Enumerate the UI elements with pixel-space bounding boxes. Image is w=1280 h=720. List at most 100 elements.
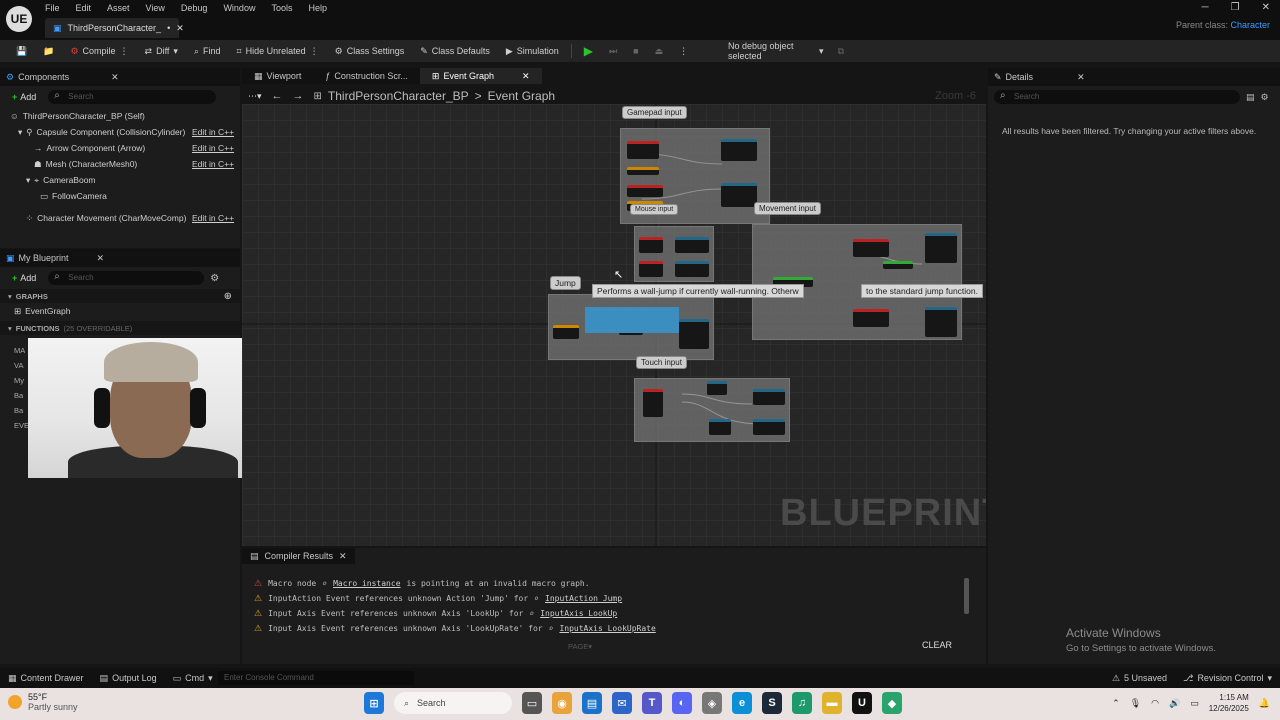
tree-item-self[interactable]: ☺ ThirdPersonCharacter_BP (Self) [0, 108, 240, 124]
graph-node[interactable] [675, 261, 709, 277]
app-icon[interactable]: ◆ [882, 692, 902, 714]
add-graph-icon[interactable]: ⊕ [224, 291, 232, 302]
comment-title-mouse[interactable]: Mouse input [630, 204, 679, 215]
tree-item-cameraboom[interactable]: ▾ ⌖ CameraBoom [0, 172, 240, 188]
event-graph-canvas[interactable]: Gamepad input Mouse input Movement input… [242, 104, 986, 546]
details-tab[interactable]: ✎ Details ✕ [988, 68, 1280, 86]
graph-node[interactable] [639, 237, 663, 253]
graph-node[interactable] [639, 261, 663, 277]
edit-in-cpp-link[interactable]: Edit in C++ [192, 159, 234, 169]
debug-filter-icon[interactable]: ⧉ [838, 46, 844, 57]
steam-icon[interactable]: S [762, 692, 782, 714]
graph-node[interactable] [925, 233, 957, 263]
teams-icon[interactable]: T [642, 692, 662, 714]
clear-button[interactable]: CLEAR [922, 640, 952, 650]
stop-button[interactable]: ■ [625, 40, 646, 62]
menu-debug[interactable]: Debug [181, 3, 208, 13]
close-icon[interactable]: ✕ [1077, 72, 1085, 83]
jump-note-node[interactable] [585, 307, 679, 333]
graph-node[interactable] [753, 389, 785, 405]
file-explorer-icon[interactable]: ▬ [822, 692, 842, 714]
unreal-engine-icon[interactable]: U [852, 692, 872, 714]
play-button[interactable]: ▶ [576, 40, 601, 62]
comment-title-movement[interactable]: Movement input [754, 202, 821, 215]
comment-look-input[interactable] [634, 226, 714, 282]
message-link[interactable]: InputAxis LookUp [540, 609, 617, 618]
battery-icon[interactable]: ▭ [1190, 698, 1199, 709]
maximize-icon[interactable]: ❐ [1231, 2, 1240, 13]
close-icon[interactable]: ✕ [97, 253, 105, 264]
tab-viewport[interactable]: ▦ Viewport [242, 68, 314, 84]
message-link[interactable]: InputAxis LookUpRate [559, 624, 655, 633]
wifi-icon[interactable]: ◠ [1151, 698, 1159, 709]
windows-start-icon[interactable]: ⊞ [364, 692, 384, 714]
compiler-results-tab[interactable]: ▤ Compiler Results ✕ [242, 548, 355, 564]
graph-item-eventgraph[interactable]: ⊞ EventGraph [0, 303, 240, 319]
graph-node[interactable] [627, 141, 659, 159]
cmd-select[interactable]: ▭ Cmd ▾ [165, 668, 221, 688]
eject-button[interactable]: ⏏ [647, 40, 672, 62]
tree-item-followcamera[interactable]: ▭ FollowCamera [0, 188, 240, 204]
edit-in-cpp-link[interactable]: Edit in C++ [192, 213, 234, 223]
discord-icon[interactable]: ◐ [672, 692, 692, 714]
taskbar-search[interactable]: ⌕ Search [394, 692, 512, 714]
graph-node[interactable] [883, 261, 913, 269]
graph-node[interactable] [553, 325, 579, 339]
graph-node[interactable] [753, 419, 785, 435]
details-search-input[interactable]: Search [994, 89, 1240, 104]
add-member-button[interactable]: + Add [6, 271, 42, 285]
notifications-icon[interactable]: 🔔 [1259, 698, 1270, 709]
store-icon[interactable]: ▤ [582, 692, 602, 714]
weather-widget[interactable]: 55°F Partly sunny [8, 692, 78, 712]
graph-actions-icon[interactable]: ⋯▾ [248, 91, 262, 102]
close-tab-icon[interactable]: ✕ [176, 23, 184, 34]
comment-title-jump[interactable]: Jump [550, 276, 581, 290]
components-search-input[interactable]: Search [48, 89, 217, 104]
functions-section-header[interactable]: ▾ FUNCTIONS (25 OVERRIDABLE) [0, 321, 240, 335]
skip-button[interactable]: ⏭ [601, 40, 625, 62]
graphs-section-header[interactable]: ▾ GRAPHS ⊕ [0, 289, 240, 303]
compile-button[interactable]: ⚙ Compile ⋮ [62, 40, 136, 62]
unsaved-button[interactable]: ⚠ 5 Unsaved [1104, 668, 1175, 688]
play-options-icon[interactable]: ⋮ [671, 40, 696, 62]
minimize-icon[interactable]: ─ [1202, 2, 1209, 13]
microphone-icon[interactable]: 🎙 [1130, 698, 1141, 709]
comment-title-gamepad[interactable]: Gamepad input [622, 106, 687, 119]
compile-options-icon[interactable]: ⋮ [120, 46, 129, 57]
forward-arrow-icon[interactable]: → [293, 90, 304, 102]
app-icon[interactable]: ◈ [702, 692, 722, 714]
output-log-button[interactable]: ▤ Output Log [92, 668, 165, 688]
table-view-icon[interactable]: ▤ [1246, 92, 1255, 103]
unreal-logo-icon[interactable]: UE [6, 6, 32, 32]
class-defaults-button[interactable]: ✎ Class Defaults [412, 40, 498, 62]
menu-asset[interactable]: Asset [107, 3, 130, 13]
chevron-up-icon[interactable]: ⌃ [1112, 698, 1120, 709]
graph-node[interactable] [721, 183, 757, 207]
components-tab[interactable]: ⚙ Components ✕ [0, 68, 240, 86]
find-button[interactable]: ⌕ Find [186, 40, 229, 62]
graph-node[interactable] [707, 381, 727, 395]
breadcrumb-graph[interactable]: Event Graph [488, 89, 555, 103]
more-options-icon[interactable]: ⋮ [310, 46, 319, 57]
tab-event-graph[interactable]: ⊞ Event Graph ✕ [419, 68, 542, 84]
content-drawer-button[interactable]: ▦ Content Drawer [0, 668, 92, 688]
graph-node[interactable] [627, 167, 659, 175]
tree-item-arrow[interactable]: → Arrow Component (Arrow) Edit in C++ [0, 140, 240, 156]
graph-node[interactable] [721, 139, 757, 161]
menu-help[interactable]: Help [308, 3, 327, 13]
parent-class-value[interactable]: Character [1230, 20, 1270, 30]
my-blueprint-tab[interactable]: ▣ My Blueprint ✕ [0, 249, 240, 267]
compiler-scrollbar[interactable] [964, 578, 969, 614]
graph-node[interactable] [679, 319, 709, 349]
menu-window[interactable]: Window [223, 3, 255, 13]
comment-title-touch[interactable]: Touch input [636, 356, 687, 369]
tree-item-capsule[interactable]: ▾ ⚲ Capsule Component (CollisionCylinder… [0, 124, 240, 140]
simulation-button[interactable]: ▶ Simulation [498, 40, 567, 62]
graph-node[interactable] [675, 237, 709, 253]
menu-tools[interactable]: Tools [271, 3, 292, 13]
gear-icon[interactable]: ⚙ [1261, 92, 1269, 103]
task-view-icon[interactable]: ▭ [522, 692, 542, 714]
comment-movement-input[interactable] [752, 224, 962, 340]
hide-unrelated-button[interactable]: ⌗ Hide Unrelated ⋮ [229, 40, 327, 62]
graph-node[interactable] [853, 239, 889, 257]
